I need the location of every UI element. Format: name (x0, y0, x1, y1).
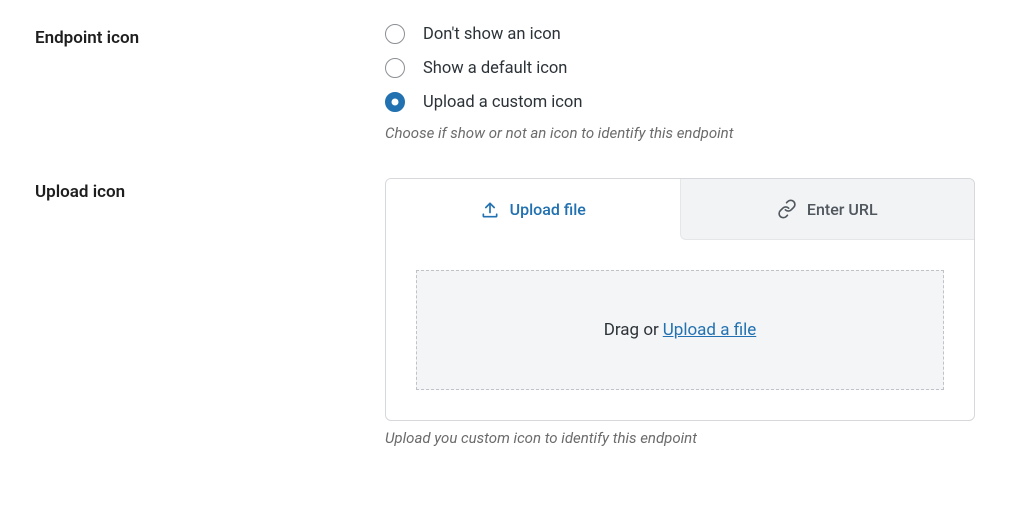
upload-card: Upload file Enter URL Drag or Upload a f… (385, 178, 975, 421)
tab-upload-file-label: Upload file (510, 200, 586, 219)
upload-icon-helper-text: Upload you custom icon to identify this … (385, 429, 975, 447)
radio-button-icon (385, 92, 405, 112)
upload-dropzone[interactable]: Drag or Upload a file (416, 270, 944, 390)
endpoint-icon-radio-group: Don't show an icon Show a default icon U… (385, 24, 975, 112)
radio-label: Show a default icon (423, 59, 567, 78)
endpoint-icon-content: Don't show an icon Show a default icon U… (385, 24, 975, 142)
upload-icon (480, 200, 500, 220)
tab-upload-file[interactable]: Upload file (386, 179, 680, 240)
radio-label: Don't show an icon (423, 25, 561, 44)
upload-icon-content: Upload file Enter URL Drag or Upload a f… (385, 178, 975, 447)
radio-button-icon (385, 58, 405, 78)
dropzone-text: Drag or (604, 320, 659, 340)
endpoint-icon-helper-text: Choose if show or not an icon to identif… (385, 124, 975, 142)
radio-show-default-icon[interactable]: Show a default icon (385, 58, 975, 78)
upload-tabs: Upload file Enter URL (386, 179, 974, 240)
tab-enter-url[interactable]: Enter URL (680, 179, 975, 240)
link-icon (777, 199, 797, 219)
upload-icon-section: Upload icon Upload file En (35, 178, 989, 447)
tab-enter-url-label: Enter URL (807, 200, 878, 219)
endpoint-icon-section: Endpoint icon Don't show an icon Show a … (35, 24, 989, 142)
radio-dont-show-icon[interactable]: Don't show an icon (385, 24, 975, 44)
upload-file-link[interactable]: Upload a file (663, 320, 756, 340)
upload-icon-label: Upload icon (35, 178, 345, 447)
radio-button-icon (385, 24, 405, 44)
radio-label: Upload a custom icon (423, 93, 582, 112)
endpoint-icon-label: Endpoint icon (35, 24, 345, 142)
radio-upload-custom-icon[interactable]: Upload a custom icon (385, 92, 975, 112)
